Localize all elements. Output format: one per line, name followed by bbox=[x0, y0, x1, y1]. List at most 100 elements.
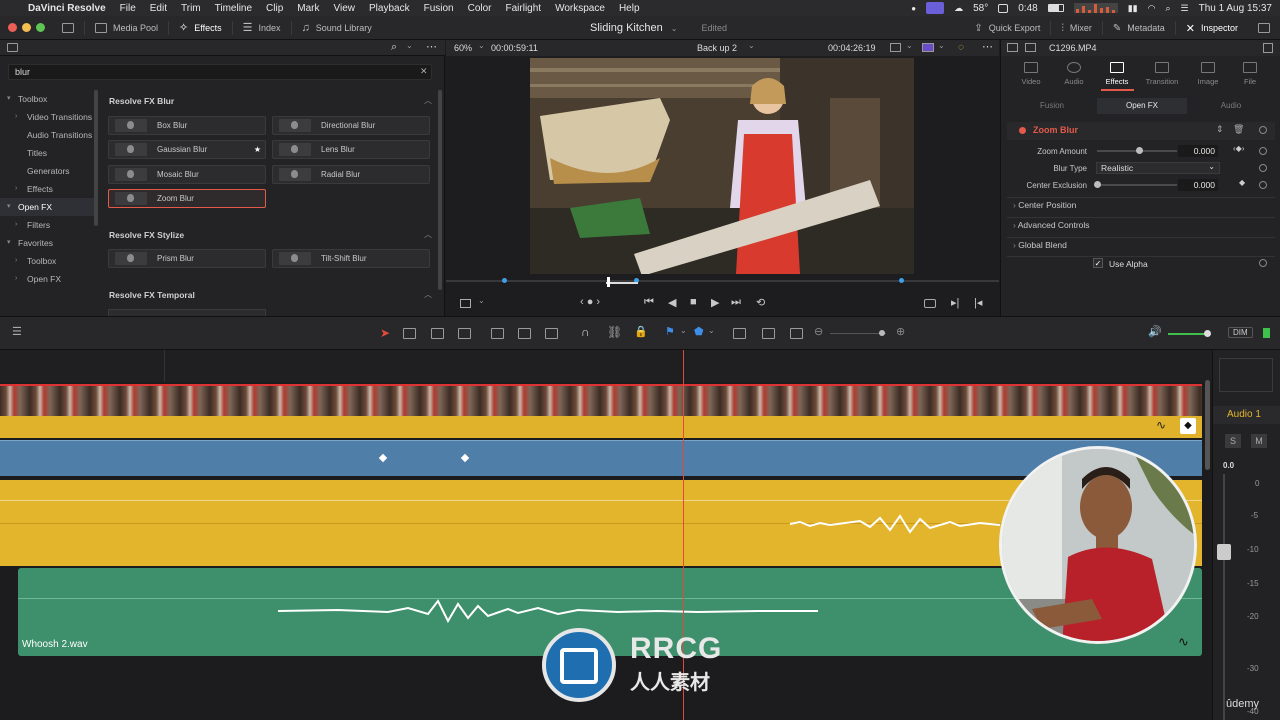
media-pool-button[interactable]: Media Pool bbox=[85, 16, 168, 40]
menu-view[interactable]: View bbox=[334, 3, 356, 14]
video-frame[interactable] bbox=[530, 58, 914, 274]
chevron-down-icon[interactable]: ⌄ bbox=[708, 326, 715, 335]
reorder-icon[interactable]: ⇕ bbox=[1216, 124, 1224, 135]
subtab-open-fx[interactable]: Open FX bbox=[1097, 98, 1187, 114]
timeline-view-options-icon[interactable]: ☰ bbox=[12, 325, 25, 338]
subtab-fusion[interactable]: Fusion bbox=[1007, 98, 1097, 114]
index-button[interactable]: ☰ Index bbox=[233, 16, 291, 40]
collapse-chevron-icon[interactable]: ︿ bbox=[424, 95, 432, 106]
zoom-slider[interactable] bbox=[830, 333, 886, 334]
search-icon[interactable]: ⌕ bbox=[391, 41, 397, 54]
reset-icon[interactable] bbox=[1259, 164, 1267, 172]
menu-edit[interactable]: Edit bbox=[150, 3, 167, 14]
tree-scrollbar[interactable] bbox=[94, 90, 98, 226]
reset-icon[interactable] bbox=[1259, 259, 1267, 267]
workspace-toggle-button[interactable] bbox=[52, 16, 84, 40]
effects-button[interactable]: ✧ Effects bbox=[169, 16, 232, 40]
curve-icon[interactable]: ∿ bbox=[1178, 634, 1189, 650]
flag-icon[interactable]: ⚑ bbox=[665, 325, 675, 338]
zoom-full-icon[interactable] bbox=[733, 328, 746, 339]
safe-area-icon[interactable] bbox=[460, 299, 471, 308]
quick-export-button[interactable]: ⇪ Quick Export bbox=[964, 16, 1050, 40]
expand-button[interactable] bbox=[1248, 16, 1280, 40]
volume-knob[interactable] bbox=[1204, 330, 1211, 337]
section-title-stylize[interactable]: Resolve FX Stylize bbox=[109, 230, 184, 240]
tree-item-favorites-open-fx[interactable]: › Open FX bbox=[0, 270, 96, 288]
activity-graph[interactable] bbox=[1073, 3, 1118, 13]
search-menu-icon[interactable]: ⌕ bbox=[1165, 3, 1170, 14]
next-edit-icon[interactable]: ▸| bbox=[951, 296, 959, 309]
trash-icon[interactable]: 🗑 bbox=[1233, 124, 1244, 135]
marker-icon[interactable]: ⬟ bbox=[694, 325, 704, 338]
lock-icon[interactable]: 🔒 bbox=[634, 325, 648, 338]
display-icon[interactable] bbox=[926, 2, 945, 14]
reset-icon[interactable] bbox=[1259, 181, 1267, 189]
menu-timeline[interactable]: Timeline bbox=[215, 3, 252, 14]
effect-zoom-blur[interactable]: Zoom Blur bbox=[108, 189, 266, 208]
chevron-down-icon[interactable]: ⌄ bbox=[478, 296, 485, 305]
menu-trim[interactable]: Trim bbox=[181, 3, 201, 14]
tree-item-effects[interactable]: › Effects bbox=[0, 180, 96, 198]
dim-button[interactable]: DIM bbox=[1228, 327, 1253, 338]
menu-color[interactable]: Color bbox=[468, 3, 492, 14]
chevron-down-icon[interactable]: ⌄ bbox=[748, 41, 755, 50]
stop-icon[interactable]: ■ bbox=[690, 296, 697, 308]
chevron-down-icon[interactable]: ⌄ bbox=[406, 41, 413, 50]
menu-fairlight[interactable]: Fairlight bbox=[506, 3, 542, 14]
sound-library-button[interactable]: ♫ Sound Library bbox=[292, 16, 382, 40]
mixer-fader-knob[interactable] bbox=[1217, 544, 1231, 560]
link-icon[interactable]: ⛓ bbox=[607, 325, 622, 339]
reset-icon[interactable] bbox=[1259, 126, 1267, 134]
use-alpha-checkbox[interactable]: ✓ bbox=[1093, 258, 1103, 268]
inspector-button[interactable]: ✕ Inspector bbox=[1176, 16, 1248, 40]
expand-icon[interactable] bbox=[1263, 43, 1273, 53]
skip-to-end-icon[interactable]: ⏭ bbox=[731, 296, 741, 309]
keyframe-diamond[interactable] bbox=[460, 453, 470, 463]
sidebar-toggle-icon[interactable] bbox=[7, 43, 18, 52]
group-advanced-controls[interactable]: › Advanced Controls bbox=[1013, 220, 1090, 230]
timeline-vscroll[interactable] bbox=[1202, 380, 1212, 470]
marker-dot[interactable] bbox=[502, 278, 507, 283]
section-title-temporal[interactable]: Resolve FX Temporal bbox=[109, 290, 195, 300]
dynamic-trim-icon[interactable] bbox=[431, 328, 444, 339]
tree-item-generators[interactable]: Generators bbox=[0, 162, 96, 180]
zoom-slider-knob[interactable] bbox=[879, 330, 885, 336]
tree-item-audio-transitions[interactable]: Audio Transitions bbox=[0, 126, 96, 144]
group-global-blend[interactable]: › Global Blend bbox=[1013, 240, 1067, 250]
effects-scrollbar[interactable] bbox=[438, 90, 442, 290]
keyframe-diamond-icon[interactable]: ◆ bbox=[1239, 178, 1245, 187]
zoom-amount-field[interactable]: 0.000 bbox=[1178, 145, 1218, 157]
dots-icon[interactable]: ● bbox=[911, 4, 916, 13]
menu-mark[interactable]: Mark bbox=[297, 3, 319, 14]
tree-item-open-fx[interactable]: ▾ Open FX bbox=[0, 198, 96, 216]
insert-clip-icon[interactable] bbox=[491, 328, 504, 339]
app-name-menu[interactable]: DaVinci Resolve bbox=[28, 3, 106, 14]
play-reverse-icon[interactable]: ◀ bbox=[668, 296, 676, 309]
center-exclusion-field[interactable]: 0.000 bbox=[1178, 179, 1218, 191]
menu-help[interactable]: Help bbox=[619, 3, 640, 14]
tree-item-filters[interactable]: › Filters bbox=[0, 216, 96, 234]
prev-edit-icon[interactable]: |◂ bbox=[974, 296, 982, 309]
center-exclusion-knob[interactable] bbox=[1094, 181, 1101, 188]
selection-tool-icon[interactable]: ➤ bbox=[380, 326, 390, 340]
menu-workspace[interactable]: Workspace bbox=[555, 3, 605, 14]
wifi-icon[interactable]: ◠ bbox=[1148, 3, 1156, 14]
tab-transition[interactable]: Transition bbox=[1142, 62, 1182, 86]
collapse-chevron-icon[interactable]: ︿ bbox=[424, 289, 432, 300]
timer-icon[interactable] bbox=[998, 3, 1009, 13]
play-icon[interactable]: ▶ bbox=[711, 296, 719, 309]
keyframe-toggle-icon[interactable]: ◆ bbox=[1180, 418, 1196, 434]
bypass-icon[interactable]: ◌ bbox=[958, 42, 964, 53]
tree-item-favorites-toolbox[interactable]: › Toolbox bbox=[0, 252, 96, 270]
curve-icon[interactable]: ∿ bbox=[1156, 418, 1166, 432]
solo-button[interactable]: S bbox=[1225, 434, 1241, 448]
zoom-level[interactable]: 60% bbox=[454, 43, 472, 53]
effect-radial-blur[interactable]: Radial Blur bbox=[272, 165, 430, 184]
more-options-icon[interactable]: ⋯ bbox=[426, 40, 437, 53]
mixer-eq-preview[interactable] bbox=[1219, 358, 1273, 392]
skip-to-start-icon[interactable]: ⏮ bbox=[644, 296, 654, 309]
tree-item-toolbox[interactable]: ▾ Toolbox bbox=[0, 90, 96, 108]
match-frame-icon[interactable] bbox=[924, 299, 936, 308]
viewer-scrubber[interactable] bbox=[446, 274, 999, 290]
volume-slider[interactable] bbox=[1168, 333, 1208, 335]
